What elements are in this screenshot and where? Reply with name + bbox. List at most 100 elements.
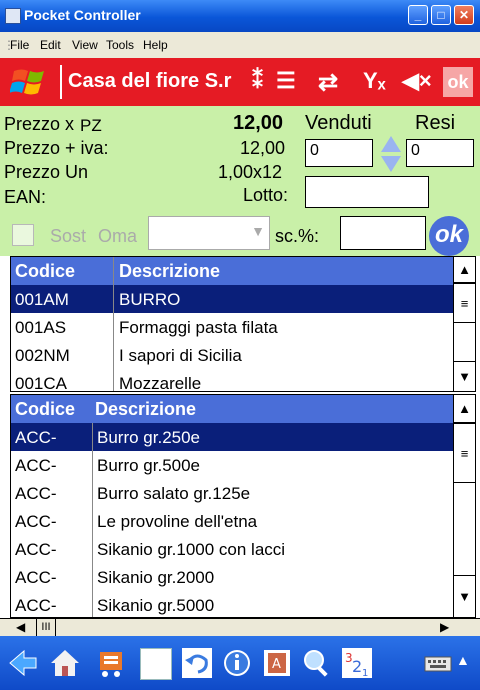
sost-label: Sost [50, 226, 87, 246]
table-row[interactable]: 002NM I sapori di Sicilia [11, 341, 453, 369]
sost-checkbox[interactable] [12, 224, 34, 246]
table1-scrollbar[interactable]: ▲ ≡ ▼ [453, 257, 475, 391]
row-desc: Burro salato gr.125e [97, 484, 251, 503]
header-ok-button[interactable]: ok [443, 67, 473, 97]
row-desc: Formaggi pasta filata [119, 318, 278, 337]
home-icon[interactable] [50, 648, 80, 678]
menu-help[interactable]: Help [143, 38, 168, 52]
prezzo-x-unit: PZ [80, 116, 102, 135]
scroll-left-icon[interactable]: ◀ [16, 620, 25, 634]
lotto-label: Lotto: [243, 185, 289, 205]
prezzo-iva-label: Prezzo + iva: [4, 138, 109, 158]
row-code: ACC- [15, 596, 57, 615]
prezzo-un-label: Prezzo Un [4, 162, 89, 182]
item-form: Prezzo x PZ 12,00 Venduti Resi Prezzo + … [0, 106, 480, 256]
svg-text:A: A [272, 657, 281, 672]
quantity-icon[interactable]: ⁑ [252, 68, 263, 94]
menu-tools[interactable]: Tools [106, 38, 134, 52]
oma-dropdown[interactable]: ▼ [148, 216, 270, 250]
table-row[interactable]: 001CA Mozzarelle [11, 369, 453, 391]
row-code: 001AS [15, 318, 67, 337]
scroll-down-icon[interactable]: ▼ [454, 361, 475, 391]
row-code: ACC- [15, 428, 57, 447]
header-separator [60, 65, 62, 99]
scroll-up-icon[interactable]: ▲ [454, 257, 475, 283]
menu-file[interactable]: File [10, 38, 29, 52]
keyboard-icon[interactable] [424, 648, 452, 678]
app-icon [5, 8, 21, 24]
row-code: ACC- [15, 568, 57, 587]
keyboard-menu-arrow-icon[interactable]: ▲ [456, 652, 470, 668]
table-row[interactable]: ACC- Le provoline dell'etna [11, 507, 453, 535]
menu-edit[interactable]: Edit [40, 38, 61, 52]
table2-scrollbar[interactable]: ▲ ≡ ▼ [453, 395, 475, 617]
undo-icon[interactable] [182, 648, 212, 678]
sort-icon[interactable]: 321 [342, 648, 372, 678]
book-icon[interactable]: A [262, 648, 292, 678]
search-icon[interactable] [302, 648, 332, 678]
scroll-thumb[interactable]: ≡ [454, 283, 475, 323]
table-row[interactable]: ACC- Sikanio gr.5000 [11, 591, 453, 617]
hscroll-thumb[interactable]: III [36, 619, 56, 636]
header-title: Casa del fiore S.r [68, 70, 232, 92]
lotto-input[interactable] [305, 176, 429, 208]
row-desc: I sapori di Sicilia [119, 346, 242, 365]
blank-icon[interactable] [140, 648, 172, 680]
filter-clear-icon[interactable]: Yₓ [363, 68, 386, 94]
scroll-up-icon[interactable]: ▲ [454, 395, 475, 423]
cart-icon[interactable] [96, 648, 126, 678]
prezzo-x-value: 12,00 [233, 112, 284, 134]
info-icon[interactable] [222, 648, 252, 678]
maximize-button[interactable]: □ [431, 5, 451, 25]
category-table: Codice Descrizione 001AM BURRO 001AS For… [10, 256, 476, 392]
table-row[interactable]: ACC- Burro gr.500e [11, 451, 453, 479]
table-row[interactable]: ACC- Burro gr.250e [11, 423, 453, 451]
minimize-button[interactable]: _ [408, 5, 428, 25]
prezzo-iva-value: 12,00 [240, 138, 286, 158]
prezzo-x-label: Prezzo x [4, 114, 75, 134]
row-desc: BURRO [119, 290, 181, 309]
swap-icon[interactable]: ⇄ [318, 68, 338, 97]
window-titlebar: Pocket Controller _ □ ✕ [0, 0, 480, 32]
table-row[interactable]: ACC- Sikanio gr.1000 con lacci [11, 535, 453, 563]
header-toolbar: Casa del fiore S.r ⁑ ☰ ⇄ Yₓ ◀× ok [0, 58, 480, 106]
row-code: 001AM [15, 290, 69, 309]
column-divider [92, 423, 93, 617]
header-descrizione: Descrizione [95, 399, 197, 419]
windows-logo-icon[interactable] [10, 67, 50, 97]
row-code: ACC- [15, 512, 57, 531]
venduti-input[interactable]: 0 [305, 139, 373, 167]
row-desc: Burro gr.500e [97, 456, 201, 475]
svg-text:2: 2 [352, 657, 362, 676]
scroll-down-icon[interactable]: ▼ [454, 575, 475, 617]
mute-icon[interactable]: ◀× [402, 68, 432, 94]
row-desc: Burro gr.250e [97, 428, 201, 447]
dropdown-arrow-icon: ▼ [251, 223, 265, 239]
header-codice: Codice [15, 399, 76, 419]
row-desc: Sikanio gr.2000 [97, 568, 215, 587]
row-desc: Le provoline dell'etna [97, 512, 258, 531]
menu-view[interactable]: View [72, 38, 98, 52]
table-row[interactable]: ACC- Burro salato gr.125e [11, 479, 453, 507]
prezzo-un-value: 1,00x12 [218, 162, 283, 182]
table-row[interactable]: 001AS Formaggi pasta filata [11, 313, 453, 341]
resi-input[interactable]: 0 [406, 139, 474, 167]
sc-input[interactable] [340, 216, 426, 250]
table-row[interactable]: 001AM BURRO [11, 285, 453, 313]
close-button[interactable]: ✕ [454, 5, 474, 25]
scroll-thumb[interactable]: ≡ [454, 423, 475, 483]
column-divider [113, 257, 114, 391]
horizontal-scrollbar[interactable]: ◀ III ▶ [0, 618, 480, 636]
back-icon[interactable] [8, 648, 38, 678]
table-row[interactable]: ACC- Sikanio gr.2000 [11, 563, 453, 591]
row-code: ACC- [15, 456, 57, 475]
scroll-right-icon[interactable]: ▶ [440, 620, 449, 634]
table-header: Codice Descrizione [11, 395, 453, 423]
form-ok-button[interactable]: ok [429, 216, 469, 256]
svg-text:1: 1 [362, 668, 368, 678]
speech-icon[interactable]: ☰ [276, 68, 296, 94]
oma-label: Oma [98, 226, 138, 246]
quantity-spinner-icon[interactable] [380, 134, 402, 174]
table-header: Codice Descrizione [11, 257, 453, 285]
header-descrizione: Descrizione [119, 261, 221, 281]
